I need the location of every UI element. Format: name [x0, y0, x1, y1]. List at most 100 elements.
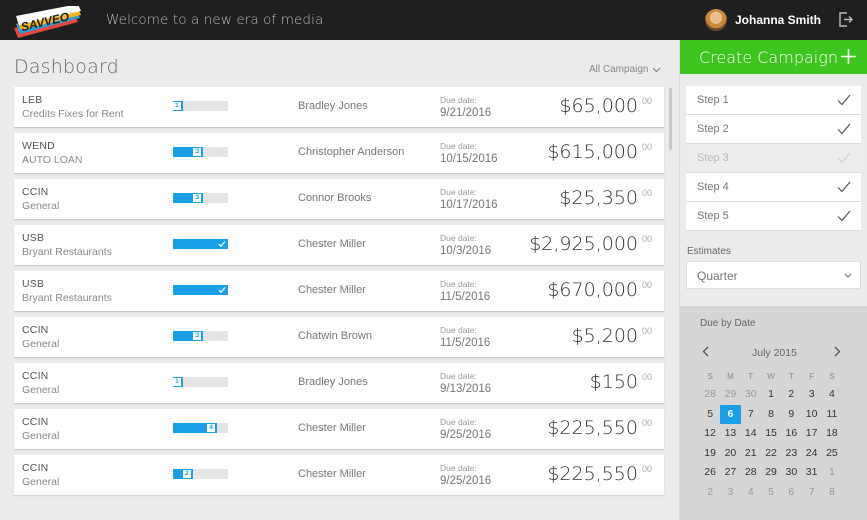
user-menu[interactable]: Johanna Smith — [704, 9, 821, 31]
campaign-row[interactable]: USB Bryant Restaurants Chester Miller Due d… — [14, 225, 664, 265]
logout-icon[interactable] — [838, 12, 853, 27]
campaign-filter-dropdown[interactable]: All Campaign — [589, 64, 661, 75]
chevron-left-icon[interactable] — [702, 346, 710, 357]
calendar-day[interactable]: 9 — [781, 405, 801, 425]
calendar-day[interactable]: 21 — [741, 444, 761, 464]
calendar-day[interactable]: 19 — [700, 444, 720, 464]
calendar-day[interactable]: 18 — [822, 424, 842, 444]
calendar-day[interactable]: 1 — [761, 385, 781, 405]
calendar-week: 12 13 14 15 16 17 18 — [700, 424, 860, 444]
create-campaign-button[interactable]: Create Campaign — [680, 40, 867, 74]
calendar-weekday: W — [767, 372, 775, 381]
calendar-day[interactable]: 28 — [741, 463, 761, 483]
calendar-day[interactable]: 8 — [761, 405, 781, 425]
campaign-subtitle: General — [22, 338, 60, 350]
campaign-subtitle: General — [22, 384, 60, 396]
calendar-day[interactable]: 31 — [801, 463, 821, 483]
calendar-day[interactable]: 28 — [700, 385, 720, 405]
step-item[interactable]: Step 3 — [686, 144, 861, 173]
calendar-day[interactable]: 4 — [741, 483, 761, 503]
calendar-day[interactable]: 26 — [700, 463, 720, 483]
campaign-code: CCIN — [22, 324, 49, 336]
calendar-day[interactable]: 5 — [761, 483, 781, 503]
create-campaign-label: Create Campaign — [699, 48, 838, 67]
due-date-label: Due date: — [440, 463, 477, 473]
progress-bar — [173, 285, 228, 295]
calendar-day[interactable]: 11 — [822, 405, 842, 425]
chevron-down-icon — [844, 273, 852, 278]
calendar-day[interactable]: 29 — [761, 463, 781, 483]
calendar-day[interactable]: 2 — [781, 385, 801, 405]
campaign-row[interactable]: CCIN General 1 Bradley Jones Due date: 9/13/2… — [14, 363, 664, 403]
campaign-filter-label: All Campaign — [589, 64, 649, 75]
calendar-weekday-row: SMTWTFS — [700, 370, 860, 385]
calendar-title: Due by Date — [700, 318, 756, 329]
progress-step-number: 3 — [193, 194, 202, 202]
step-item[interactable]: Step 1 — [686, 86, 861, 115]
calendar-day[interactable]: 23 — [781, 444, 801, 464]
progress-bar: 1 — [172, 377, 228, 387]
calendar-day[interactable]: 2 — [700, 483, 720, 503]
calendar-day[interactable]: 29 — [720, 385, 740, 405]
calendar-day[interactable]: 14 — [741, 424, 761, 444]
campaign-row[interactable]: WEND AUTO LOAN 3 Christopher Anderson Due da… — [14, 133, 664, 173]
campaign-subtitle: General — [22, 476, 60, 488]
step-item[interactable]: Step 2 — [686, 115, 861, 144]
calendar-day[interactable]: 4 — [822, 385, 842, 405]
campaign-row[interactable]: CCIN General 3 Connor Brooks Due date: 10/17/… — [14, 179, 664, 219]
avatar[interactable] — [704, 9, 727, 31]
calendar-day[interactable]: 6 — [781, 483, 801, 503]
chevron-down-icon — [653, 67, 661, 72]
campaign-subtitle: AUTO LOAN — [22, 154, 83, 166]
calendar-day[interactable]: 27 — [720, 463, 740, 483]
calendar-day[interactable]: 17 — [801, 424, 821, 444]
calendar-day[interactable]: 25 — [822, 444, 842, 464]
progress-step-number: 3 — [193, 332, 202, 340]
calendar-day[interactable]: 8 — [822, 483, 842, 503]
due-date-value: 10/3/2016 — [440, 245, 492, 257]
campaign-amount-cents: 00 — [641, 142, 652, 152]
campaign-code: USB — [22, 278, 45, 290]
campaign-amount-cents: 00 — [641, 372, 652, 382]
calendar-day[interactable]: 20 — [720, 444, 740, 464]
campaign-amount-cents: 00 — [641, 418, 652, 428]
step-item[interactable]: Step 4 — [686, 173, 861, 202]
calendar-day[interactable]: 10 — [801, 405, 821, 425]
calendar-day[interactable]: 6 — [720, 404, 741, 424]
due-date-value: 11/5/2016 — [440, 337, 491, 349]
due-date-value: 9/25/2016 — [440, 475, 492, 487]
calendar-day[interactable]: 16 — [781, 424, 801, 444]
check-icon — [218, 287, 226, 294]
calendar-day[interactable]: 3 — [720, 483, 740, 503]
due-date-label: Due date: — [440, 279, 477, 289]
campaign-row[interactable]: CCIN General 3 Chatwin Brown Due date: 11/5/2… — [14, 317, 664, 357]
calendar-day[interactable]: 12 — [700, 424, 720, 444]
chevron-right-icon[interactable] — [833, 346, 841, 357]
campaign-row[interactable]: CCIN General 4 Chester Miller Due date: 9/25/… — [14, 409, 664, 449]
plus-icon — [841, 49, 856, 64]
calendar-day[interactable]: 30 — [741, 385, 761, 405]
campaign-row[interactable]: CCIN General 2 Chester Miller Due date: 9/25/… — [14, 455, 664, 495]
campaign-row[interactable]: USB Bryant Restaurants Chester Miller Due d… — [14, 271, 664, 311]
calendar-day[interactable]: 5 — [700, 405, 720, 425]
calendar-day[interactable]: 24 — [801, 444, 821, 464]
calendar-day[interactable]: 30 — [781, 463, 801, 483]
estimates-select[interactable]: Quarter — [686, 261, 861, 289]
page-title: Dashboard — [14, 56, 119, 78]
calendar-day[interactable]: 22 — [761, 444, 781, 464]
calendar-day[interactable]: 7 — [741, 405, 761, 425]
campaign-row[interactable]: LEB Credits Fixes for Rent 1 Bradley Jones D… — [14, 87, 664, 127]
scrollbar[interactable] — [669, 88, 672, 150]
campaign-amount: $225,550 — [547, 417, 638, 439]
progress-bar: 4 — [173, 423, 228, 433]
calendar-day[interactable]: 3 — [801, 385, 821, 405]
calendar-day[interactable]: 13 — [720, 424, 740, 444]
step-item[interactable]: Step 5 — [686, 202, 861, 231]
welcome-text: Welcome to a new era of media — [106, 12, 324, 28]
progress-bar: 3 — [173, 331, 228, 341]
calendar-day[interactable]: 7 — [801, 483, 821, 503]
calendar-day[interactable]: 15 — [761, 424, 781, 444]
campaign-subtitle: Bryant Restaurants — [22, 246, 112, 258]
campaign-subtitle: General — [22, 430, 60, 442]
calendar-day[interactable]: 1 — [822, 463, 842, 483]
